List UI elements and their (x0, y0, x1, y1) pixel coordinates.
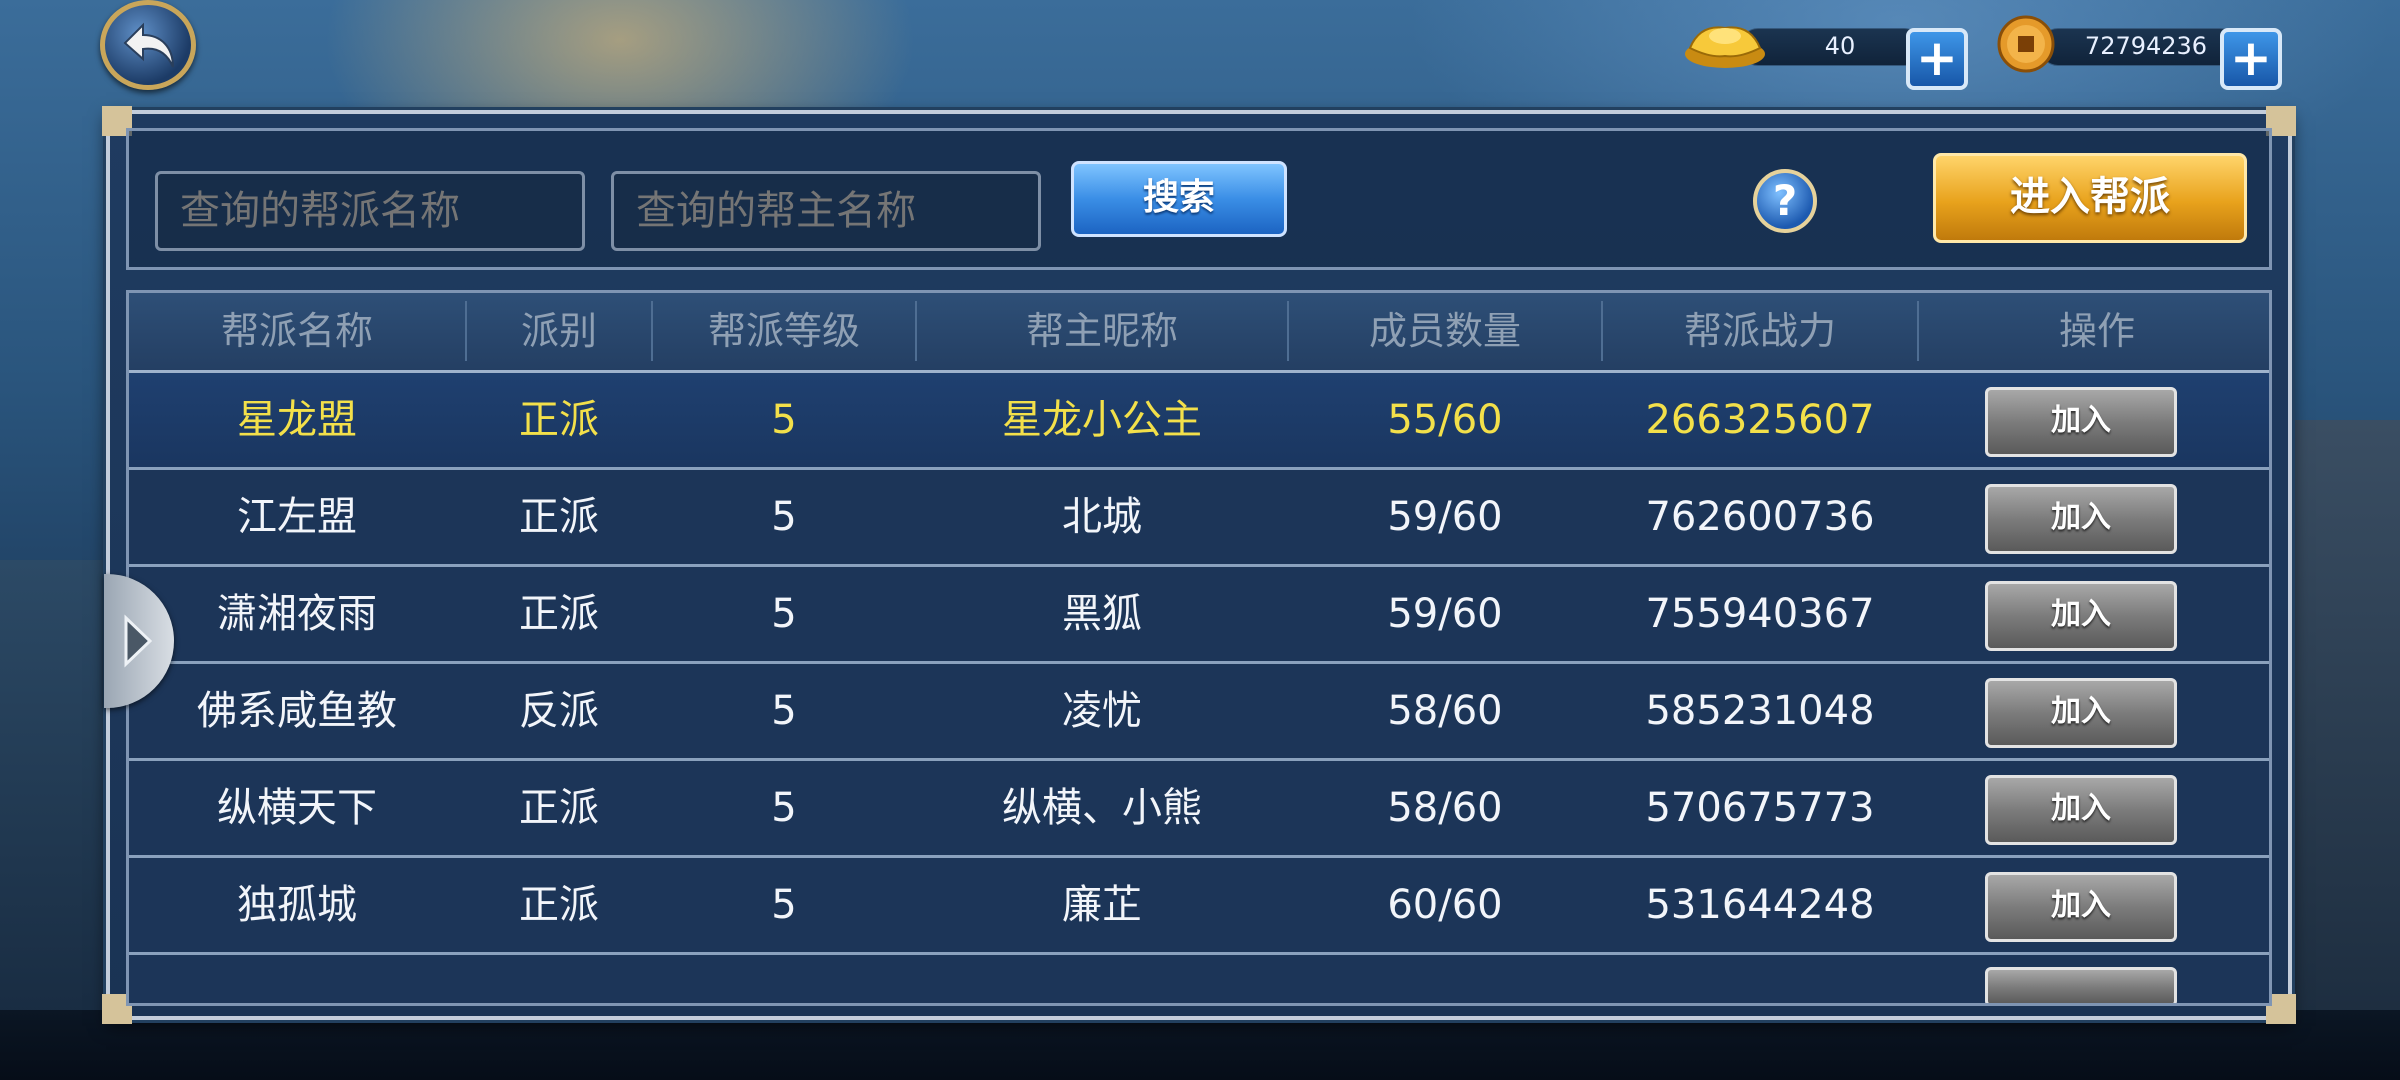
guild-members: 60/60 (1387, 882, 1503, 928)
gold-currency: 40 + (1680, 14, 1970, 90)
table-row[interactable]: 佛系咸鱼教 反派 5 凌忧 58/60 585231048 加入 (129, 664, 2269, 761)
guild-power: 585231048 (1645, 688, 1875, 734)
guild-name: 纵横天下 (217, 785, 377, 831)
guild-power: 266325607 (1645, 397, 1875, 443)
guild-level: 5 (771, 494, 797, 540)
coin-currency: 72794236 + (1996, 14, 2286, 90)
add-coin-button[interactable]: + (2220, 28, 2282, 90)
guild-name: 江左盟 (237, 494, 357, 540)
table-header: 帮派名称 派别 帮派等级 帮主昵称 成员数量 帮派战力 操作 (129, 293, 2269, 373)
guild-name: 潇湘夜雨 (217, 591, 377, 637)
guild-power: 762600736 (1645, 494, 1875, 540)
guild-level: 5 (771, 785, 797, 831)
guild-table: 帮派名称 派别 帮派等级 帮主昵称 成员数量 帮派战力 操作 星龙盟 正派 5 … (126, 290, 2272, 1006)
guild-leader: 黑狐 (1062, 591, 1142, 637)
guild-power: 755940367 (1645, 591, 1875, 637)
guild-name: 星龙盟 (237, 397, 357, 443)
table-row[interactable]: 江左盟 正派 5 北城 59/60 762600736 加入 (129, 470, 2269, 567)
guild-leader: 廉芷 (1062, 882, 1142, 928)
header-members: 成员数量 (1368, 309, 1521, 353)
guild-leader: 纵横、小熊 (1002, 785, 1202, 831)
guild-faction: 正派 (519, 785, 599, 831)
header-power: 帮派战力 (1683, 309, 1836, 353)
table-row[interactable]: 独孤城 正派 5 廉芷 60/60 531644248 加入 (129, 858, 2269, 955)
guild-leader: 北城 (1062, 494, 1142, 540)
join-button[interactable]: 加入 (1985, 872, 2177, 942)
join-button[interactable]: 加入 (1985, 484, 2177, 554)
join-button[interactable]: 加入 (1985, 581, 2177, 651)
background-wall-right (2290, 420, 2400, 1080)
guild-faction: 正派 (519, 397, 599, 443)
guild-power: 570675773 (1645, 785, 1875, 831)
guild-faction: 正派 (519, 494, 599, 540)
table-row[interactable]: 潇湘夜雨 正派 5 黑狐 59/60 755940367 加入 (129, 567, 2269, 664)
header-guild-name: 帮派名称 (220, 309, 373, 353)
guild-list-panel: 搜索 ? 进入帮派 帮派名称 派别 帮派等级 帮主昵称 成员数量 帮派战力 操作… (102, 106, 2296, 1024)
guild-leader: 凌忧 (1062, 688, 1142, 734)
header-action: 操作 (2058, 309, 2135, 353)
header-faction: 派别 (520, 309, 597, 353)
copper-coin-icon (1997, 15, 2055, 73)
guild-leader: 星龙小公主 (1002, 397, 1202, 443)
coin-value: 72794236 (2084, 32, 2208, 60)
guild-members: 58/60 (1387, 785, 1503, 831)
guild-faction: 反派 (519, 688, 599, 734)
guild-members: 59/60 (1387, 494, 1503, 540)
gold-value: 40 (1824, 32, 1856, 60)
guild-members: 58/60 (1387, 688, 1503, 734)
table-row-partial[interactable] (129, 955, 2269, 1003)
header-level: 帮派等级 (707, 309, 860, 353)
back-button[interactable] (100, 0, 196, 90)
guild-name: 佛系咸鱼教 (197, 688, 397, 734)
guild-name: 独孤城 (237, 882, 357, 928)
guild-faction: 正派 (519, 591, 599, 637)
back-arrow-icon (123, 22, 174, 68)
guild-faction: 正派 (519, 882, 599, 928)
chevron-right-icon (124, 614, 153, 668)
background-floor (0, 1010, 2400, 1080)
search-button[interactable]: 搜索 (1071, 161, 1287, 237)
guild-power: 531644248 (1645, 882, 1875, 928)
join-button-partial[interactable] (1985, 967, 2177, 1003)
gold-ingot-icon (1685, 26, 1765, 68)
guild-members: 55/60 (1387, 397, 1503, 443)
help-button[interactable]: ? (1753, 169, 1817, 233)
add-gold-button[interactable]: + (1906, 28, 1968, 90)
join-button[interactable]: 加入 (1985, 387, 2177, 457)
table-row[interactable]: 纵横天下 正派 5 纵横、小熊 58/60 570675773 加入 (129, 761, 2269, 858)
guild-level: 5 (771, 882, 797, 928)
guild-level: 5 (771, 397, 797, 443)
join-button[interactable]: 加入 (1985, 678, 2177, 748)
guild-level: 5 (771, 591, 797, 637)
leader-name-search-input[interactable] (611, 171, 1041, 251)
join-button[interactable]: 加入 (1985, 775, 2177, 845)
guild-members: 59/60 (1387, 591, 1503, 637)
table-row[interactable]: 星龙盟 正派 5 星龙小公主 55/60 266325607 加入 (129, 373, 2269, 470)
guild-level: 5 (771, 688, 797, 734)
guild-name-search-input[interactable] (155, 171, 585, 251)
search-bar: 搜索 ? 进入帮派 (126, 128, 2272, 270)
header-leader: 帮主昵称 (1025, 309, 1178, 353)
enter-guild-button[interactable]: 进入帮派 (1933, 153, 2247, 243)
